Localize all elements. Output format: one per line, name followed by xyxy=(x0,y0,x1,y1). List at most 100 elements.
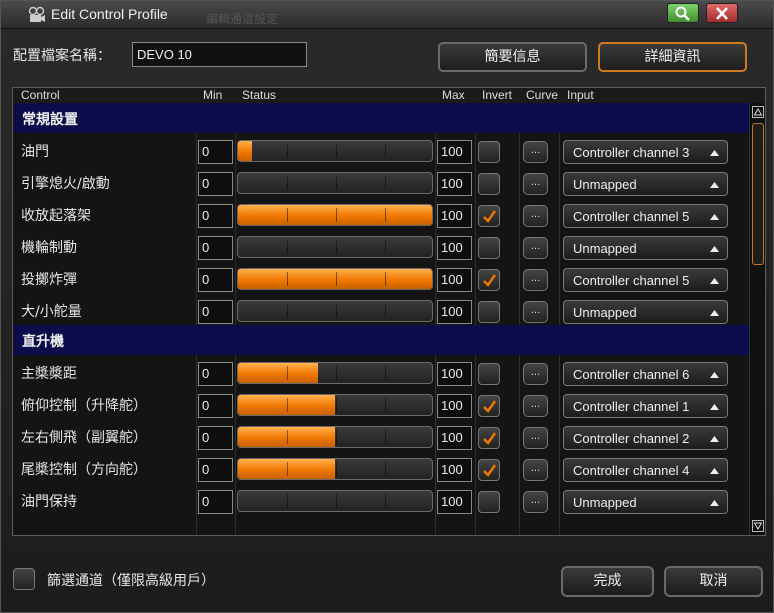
status-bar-fill xyxy=(238,141,252,161)
input-select-value: Unmapped xyxy=(573,241,637,256)
column-header-status: Status xyxy=(242,88,277,102)
invert-checkbox[interactable] xyxy=(478,459,500,481)
status-bar-tick xyxy=(287,272,288,286)
invert-checkbox[interactable] xyxy=(478,269,500,291)
window-ghost-title: 編輯通道設定 xyxy=(206,12,279,26)
invert-checkbox[interactable] xyxy=(478,395,500,417)
profile-name-label: 配置檔案名稱： xyxy=(13,48,111,64)
input-select[interactable]: Unmapped xyxy=(563,236,728,260)
invert-checkbox[interactable] xyxy=(478,237,500,259)
input-select[interactable]: Unmapped xyxy=(563,300,728,324)
profile-name-input[interactable]: DEVO 10 xyxy=(132,42,307,67)
max-input[interactable]: 100 xyxy=(437,268,472,292)
max-input[interactable]: 100 xyxy=(437,172,472,196)
close-button[interactable] xyxy=(706,3,738,23)
min-input[interactable]: 0 xyxy=(198,362,233,386)
max-input[interactable]: 100 xyxy=(437,394,472,418)
dropdown-arrow-icon xyxy=(710,310,719,316)
input-select[interactable]: Controller channel 6 xyxy=(563,362,728,386)
search-button[interactable] xyxy=(667,3,699,23)
curve-button[interactable]: ... xyxy=(523,269,548,291)
min-input[interactable]: 0 xyxy=(198,172,233,196)
input-select[interactable]: Controller channel 1 xyxy=(563,394,728,418)
max-input[interactable]: 100 xyxy=(437,458,472,482)
control-row: 投擲炸彈 0 100... Controller channel 5 xyxy=(13,261,749,293)
input-select[interactable]: Unmapped xyxy=(563,172,728,196)
curve-button[interactable]: ... xyxy=(523,141,548,163)
invert-checkbox[interactable] xyxy=(478,491,500,513)
input-select-value: Unmapped xyxy=(573,305,637,320)
filter-channels-checkbox[interactable] xyxy=(13,568,35,590)
max-input[interactable]: 100 xyxy=(437,362,472,386)
status-bar xyxy=(237,268,433,290)
status-bar-tick xyxy=(336,240,337,254)
filter-channels-label: 篩選通道（僅限高級用戶） xyxy=(47,573,215,589)
curve-button[interactable]: ... xyxy=(523,427,548,449)
input-select[interactable]: Unmapped xyxy=(563,490,728,514)
curve-button[interactable]: ... xyxy=(523,363,548,385)
input-select[interactable]: Controller channel 5 xyxy=(563,268,728,292)
summary-info-button[interactable]: 簡要信息 xyxy=(438,42,587,72)
curve-button[interactable]: ... xyxy=(523,491,548,513)
curve-button[interactable]: ... xyxy=(523,173,548,195)
max-input[interactable]: 100 xyxy=(437,426,472,450)
input-select[interactable]: Controller channel 4 xyxy=(563,458,728,482)
min-input[interactable]: 0 xyxy=(198,204,233,228)
curve-button[interactable]: ... xyxy=(523,459,548,481)
input-select-value: Controller channel 1 xyxy=(573,399,690,414)
invert-checkbox[interactable] xyxy=(478,427,500,449)
scroll-up-icon[interactable] xyxy=(752,106,764,118)
min-input[interactable]: 0 xyxy=(198,300,233,324)
status-bar-tick xyxy=(287,304,288,318)
min-input[interactable]: 0 xyxy=(198,490,233,514)
scroll-thumb[interactable] xyxy=(752,123,764,265)
max-input[interactable]: 100 xyxy=(437,204,472,228)
max-input[interactable]: 100 xyxy=(437,490,472,514)
title-bar[interactable]: Edit Control Profile 編輯通道設定 xyxy=(1,1,773,29)
control-label: 收放起落架 xyxy=(21,208,91,224)
curve-button[interactable]: ... xyxy=(523,301,548,323)
invert-checkbox[interactable] xyxy=(478,363,500,385)
min-input[interactable]: 0 xyxy=(198,458,233,482)
input-select[interactable]: Controller channel 2 xyxy=(563,426,728,450)
control-row: 俯仰控制（升降舵） 0 100... Controller channel 1 xyxy=(13,387,749,419)
invert-checkbox[interactable] xyxy=(478,205,500,227)
detail-info-button[interactable]: 詳細資訊 xyxy=(598,42,747,72)
curve-button[interactable]: ... xyxy=(523,205,548,227)
status-bar-tick xyxy=(287,240,288,254)
vertical-scrollbar[interactable] xyxy=(749,103,765,535)
min-input[interactable]: 0 xyxy=(198,394,233,418)
status-bar-tick xyxy=(385,208,386,222)
status-bar-tick xyxy=(336,398,337,412)
status-bar xyxy=(237,490,433,512)
status-bar-tick xyxy=(336,304,337,318)
section-title: 常規設置 xyxy=(22,112,78,128)
min-input[interactable]: 0 xyxy=(198,236,233,260)
input-select[interactable]: Controller channel 5 xyxy=(563,204,728,228)
max-input[interactable]: 100 xyxy=(437,300,472,324)
curve-button[interactable]: ... xyxy=(523,237,548,259)
max-input[interactable]: 100 xyxy=(437,236,472,260)
min-input[interactable]: 0 xyxy=(198,140,233,164)
cancel-button[interactable]: 取消 xyxy=(664,566,763,597)
control-label: 油門 xyxy=(21,144,49,160)
max-input[interactable]: 100 xyxy=(437,140,472,164)
status-bar xyxy=(237,172,433,194)
curve-button[interactable]: ... xyxy=(523,395,548,417)
invert-checkbox[interactable] xyxy=(478,141,500,163)
scroll-down-icon[interactable] xyxy=(752,520,764,532)
window-title: Edit Control Profile xyxy=(51,6,168,22)
control-label: 大/小舵量 xyxy=(21,304,82,320)
invert-checkbox[interactable] xyxy=(478,301,500,323)
invert-checkbox[interactable] xyxy=(478,173,500,195)
status-bar xyxy=(237,394,433,416)
min-input[interactable]: 0 xyxy=(198,268,233,292)
min-input[interactable]: 0 xyxy=(198,426,233,450)
input-select[interactable]: Controller channel 3 xyxy=(563,140,728,164)
status-bar-tick xyxy=(385,144,386,158)
control-row: 機輪制動 0 100... Unmapped xyxy=(13,229,749,261)
status-bar xyxy=(237,204,433,226)
status-bar-tick xyxy=(287,462,288,476)
status-bar-tick xyxy=(336,494,337,508)
done-button[interactable]: 完成 xyxy=(561,566,654,597)
